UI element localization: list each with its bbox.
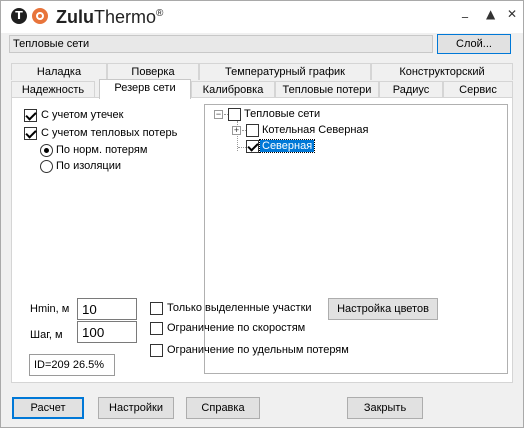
tab-temp-graph[interactable]: Температурный график bbox=[199, 63, 371, 80]
by-insulation-radio[interactable] bbox=[40, 160, 53, 173]
minimize-button[interactable]: _ bbox=[462, 4, 468, 18]
root-checkbox[interactable] bbox=[228, 108, 241, 121]
tab-service[interactable]: Сервис bbox=[443, 81, 513, 98]
by-specific-loss-label: Ограничение по удельным потерям bbox=[167, 344, 349, 356]
by-insulation-label: По изоляции bbox=[56, 160, 121, 172]
tab-designer[interactable]: Конструкторский bbox=[371, 63, 513, 80]
by-specific-loss-checkbox[interactable] bbox=[150, 344, 163, 357]
expander-child1[interactable]: + bbox=[232, 126, 241, 135]
leaks-checkbox[interactable] bbox=[24, 109, 37, 122]
tree-child1-label[interactable]: Котельная Северная bbox=[262, 124, 368, 137]
close-window-button[interactable]: ✕ bbox=[507, 7, 517, 21]
hmin-input[interactable] bbox=[77, 298, 137, 320]
child2-checkbox[interactable] bbox=[246, 140, 259, 153]
color-settings-button[interactable]: Настройка цветов bbox=[328, 298, 438, 320]
app-title: ZuluThermo® bbox=[56, 7, 163, 28]
zulu-t-logo-icon: T bbox=[11, 8, 27, 24]
tab-radius[interactable]: Радиус bbox=[379, 81, 443, 98]
selected-only-label: Только выделенные участки bbox=[167, 302, 312, 314]
status-field: ID=209 26.5% bbox=[29, 354, 115, 376]
tab-calibration[interactable]: Калибровка bbox=[191, 81, 275, 98]
calc-button[interactable]: Расчет bbox=[12, 397, 84, 419]
tree-root-label[interactable]: Тепловые сети bbox=[244, 108, 320, 121]
maximize-button[interactable]: ▲ bbox=[486, 7, 495, 21]
by-norm-radio[interactable] bbox=[40, 144, 53, 157]
tab-poverka[interactable]: Поверка bbox=[107, 63, 199, 80]
heat-losses-checkbox[interactable] bbox=[24, 127, 37, 140]
tree-line bbox=[238, 147, 246, 148]
tab-heat-losses[interactable]: Тепловые потери bbox=[275, 81, 379, 98]
tab-reliability[interactable]: Надежность bbox=[11, 81, 95, 98]
tree-child2-label[interactable]: Северная bbox=[258, 139, 316, 153]
layer-button[interactable]: Слой... bbox=[437, 34, 511, 54]
expander-root[interactable]: − bbox=[214, 110, 223, 119]
child1-checkbox[interactable] bbox=[246, 124, 259, 137]
title-bar: T ZuluThermo® _ ▲ ✕ bbox=[1, 1, 523, 33]
zulu-o-logo-icon bbox=[32, 8, 48, 24]
app-window: T ZuluThermo® _ ▲ ✕ Тепловые сети Слой..… bbox=[0, 0, 524, 428]
help-button[interactable]: Справка bbox=[186, 397, 260, 419]
leaks-label: С учетом утечек bbox=[41, 109, 124, 121]
tab-panel: С учетом утечек С учетом тепловых потерь… bbox=[11, 97, 513, 383]
settings-button[interactable]: Настройки bbox=[98, 397, 174, 419]
by-speed-checkbox[interactable] bbox=[150, 322, 163, 335]
selected-only-checkbox[interactable] bbox=[150, 302, 163, 315]
step-input[interactable] bbox=[77, 321, 137, 343]
close-button[interactable]: Закрыть bbox=[347, 397, 423, 419]
by-norm-label: По норм. потерям bbox=[56, 144, 148, 156]
step-label: Шаг, м bbox=[30, 329, 63, 341]
layer-field: Тепловые сети bbox=[9, 35, 433, 53]
hmin-label: Hmin, м bbox=[30, 303, 70, 315]
by-speed-label: Ограничение по скоростям bbox=[167, 322, 306, 334]
app-title-rest: Thermo bbox=[94, 7, 157, 27]
tab-naladka[interactable]: Наладка bbox=[11, 63, 107, 80]
heat-losses-label: С учетом тепловых потерь bbox=[41, 127, 178, 139]
app-title-bold: Zulu bbox=[56, 7, 94, 27]
tab-network-reserve[interactable]: Резерв сети bbox=[99, 79, 191, 99]
tree-child2-selected-text: Северная bbox=[258, 139, 316, 153]
registered-mark: ® bbox=[156, 8, 164, 19]
